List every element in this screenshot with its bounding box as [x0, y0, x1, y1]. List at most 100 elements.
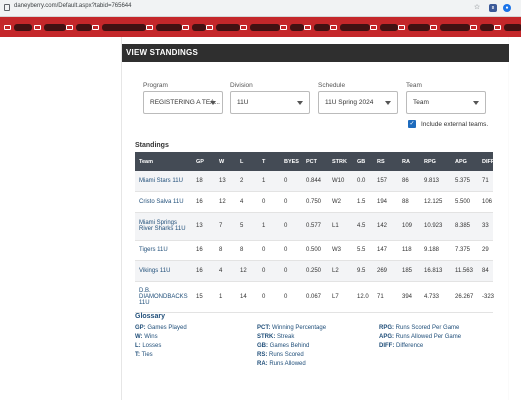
table-cell: 0: [280, 281, 302, 313]
glossary-col-1: GP: Games Played W: Wins L: Losses T: Ties: [135, 324, 187, 360]
browser-chrome: daneyberry.com/Default.aspx?tabid=765644…: [0, 0, 521, 37]
table-cell: 12.125: [420, 191, 451, 213]
table-cell: 11.563: [451, 260, 478, 282]
folder-icon: [280, 24, 287, 30]
column-header: GB: [353, 152, 373, 171]
glossary-desc: Games Played: [147, 325, 187, 331]
bookmark-item[interactable]: [398, 22, 430, 32]
glossary-term: DIFF:: [379, 343, 395, 349]
table-cell: 269: [373, 260, 398, 282]
column-header: APG: [451, 152, 478, 171]
schedule-select[interactable]: 11U Spring 2024: [318, 91, 398, 114]
bookmark-item[interactable]: [304, 22, 330, 32]
star-icon[interactable]: ☆: [473, 4, 481, 12]
table-cell: 9.188: [420, 240, 451, 261]
bookmark-item[interactable]: [280, 22, 304, 32]
address-bar[interactable]: daneyberry.com/Default.aspx?tabid=765644…: [0, 0, 521, 17]
profile-icon[interactable]: ●: [503, 4, 511, 12]
folder-icon: [370, 24, 377, 30]
column-header: Team: [135, 152, 192, 171]
glossary-col-3: RPG: Runs Scored Per Game APG: Runs Allow…: [379, 324, 461, 351]
table-cell: 1: [215, 281, 236, 313]
table-cell: 0: [258, 260, 280, 282]
table-cell: 142: [373, 212, 398, 241]
folder-icon: [398, 24, 405, 30]
bookmark-item[interactable]: [370, 22, 398, 32]
table-cell: 0: [280, 240, 302, 261]
include-external-checkbox[interactable]: ✓: [408, 120, 416, 128]
team-name-link[interactable]: Vikings 11U: [135, 260, 192, 282]
column-header: RPG: [420, 152, 451, 171]
table-cell: W2: [328, 191, 353, 213]
table-row: Miami Stars 11U 18 13 2 1 0 0.844 W10 0.0 157 86 9.…: [135, 171, 493, 192]
chevron-down-icon: [473, 101, 479, 105]
table-cell: 5.5: [353, 240, 373, 261]
team-name-link[interactable]: D.B. DIAMONDBACKS 11U: [135, 281, 192, 313]
table-cell: 0.0: [353, 171, 373, 192]
table-cell: 71: [478, 171, 493, 192]
bookmarks-bar: [0, 17, 521, 37]
folder-icon: [206, 24, 213, 30]
bookmark-item[interactable]: [470, 22, 494, 32]
column-header: T: [258, 152, 280, 171]
division-select[interactable]: 11U: [230, 91, 310, 114]
column-header: DIFF: [478, 152, 494, 171]
glossary-desc: Streak: [277, 334, 295, 340]
glossary-item: GP: Games Played: [135, 324, 187, 333]
table-cell: 0.067: [302, 281, 328, 313]
bookmark-item[interactable]: [66, 22, 92, 32]
table-cell: 84: [478, 260, 493, 282]
program-label: Program: [143, 82, 168, 89]
team-name-link[interactable]: Miami Springs River Sharks 11U: [135, 212, 192, 241]
program-select[interactable]: REGISTERING A TEA...: [143, 91, 223, 114]
table-cell: 185: [398, 260, 420, 282]
schedule-value: 11U Spring 2024: [325, 99, 374, 106]
table-cell: 16: [192, 191, 215, 213]
table-cell: 2: [236, 171, 258, 192]
team-name-link[interactable]: Cristo Salva 11U: [135, 191, 192, 213]
page-info-icon[interactable]: [4, 4, 10, 11]
table-cell: 8: [236, 240, 258, 261]
table-cell: 194: [373, 191, 398, 213]
glossary-item: DIFF: Difference: [379, 342, 461, 351]
bookmark-item[interactable]: [4, 22, 32, 32]
bookmark-item[interactable]: [494, 22, 521, 32]
bookmark-item[interactable]: [146, 22, 182, 32]
folder-icon: [146, 24, 153, 30]
table-cell: L1: [328, 212, 353, 241]
glossary-item: RS: Runs Scored: [257, 351, 326, 360]
column-header: RS: [373, 152, 398, 171]
team-select[interactable]: Team: [406, 91, 486, 114]
glossary-item: L: Losses: [135, 342, 187, 351]
folder-icon: [34, 24, 41, 30]
bookmark-item[interactable]: [240, 22, 280, 32]
division-label: Division: [230, 82, 253, 89]
bookmark-item[interactable]: [330, 22, 370, 32]
column-header: PCT: [302, 152, 328, 171]
folder-icon: [240, 24, 247, 30]
include-external-label[interactable]: Include external teams.: [421, 121, 488, 128]
table-cell: 5: [236, 212, 258, 241]
glossary-desc: Ties: [141, 352, 153, 358]
column-header: W: [215, 152, 236, 171]
bookmark-item[interactable]: [182, 22, 206, 32]
glossary-term: APG:: [379, 334, 394, 340]
team-name-link[interactable]: Tigers 11U: [135, 240, 192, 261]
table-cell: 157: [373, 171, 398, 192]
column-header: GP: [192, 152, 215, 171]
table-cell: 118: [398, 240, 420, 261]
bookmark-item[interactable]: [206, 22, 240, 32]
table-cell: 0: [280, 212, 302, 241]
url-text[interactable]: daneyberry.com/Default.aspx?tabid=765644: [14, 3, 131, 9]
bookmark-item[interactable]: [34, 22, 66, 32]
bookmark-item[interactable]: [430, 22, 470, 32]
glossary-item: GB: Games Behind: [257, 342, 326, 351]
folder-icon: [330, 24, 337, 30]
glossary-desc: Runs Scored: [269, 352, 304, 358]
extension-icon[interactable]: ʙ: [489, 4, 497, 12]
bookmark-item[interactable]: [92, 22, 146, 32]
team-name-link[interactable]: Miami Stars 11U: [135, 171, 192, 192]
division-value: 11U: [237, 99, 249, 106]
glossary-item: RA: Runs Allowed: [257, 360, 326, 369]
table-cell: 0: [258, 240, 280, 261]
